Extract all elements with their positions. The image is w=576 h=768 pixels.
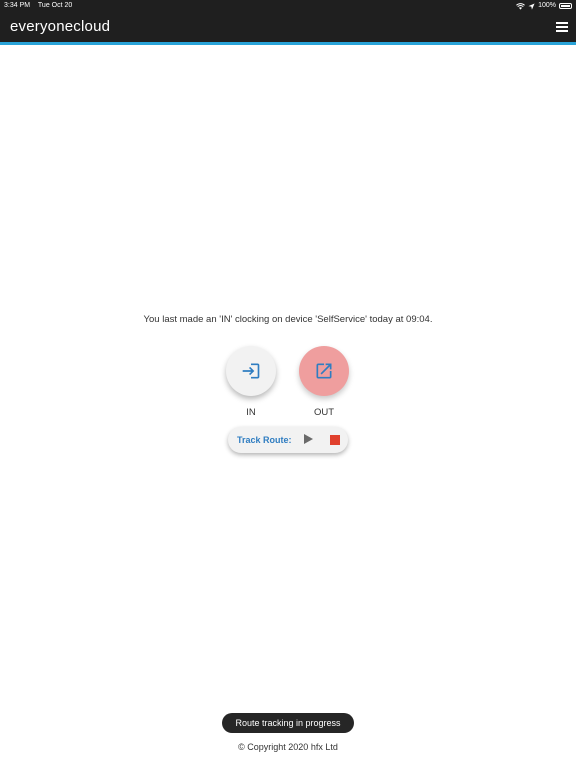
status-time: 3:34 PM	[4, 2, 31, 9]
external-link-icon	[316, 363, 332, 379]
play-icon[interactable]	[304, 434, 313, 444]
track-route-label: Track Route:	[237, 435, 292, 445]
status-left: 3:34 PM Tue Oct 20	[4, 0, 78, 12]
status-bar: 3:34 PM Tue Oct 20 100%	[0, 0, 576, 12]
clock-out-label: OUT	[313, 407, 335, 418]
clock-in-label: IN	[246, 407, 256, 418]
wifi-icon	[516, 2, 525, 10]
route-tracking-toast: Route tracking in progress	[222, 713, 354, 733]
app-bar: everyonecloud	[0, 12, 576, 42]
track-route-control: Track Route:	[228, 427, 348, 453]
status-right: 100%	[516, 0, 572, 12]
battery-percent: 100%	[538, 2, 556, 9]
app-bar-accent-line	[0, 42, 576, 45]
clock-in-button[interactable]	[226, 346, 276, 396]
clock-out-button[interactable]	[299, 346, 349, 396]
app-title: everyonecloud	[10, 18, 111, 35]
location-arrow-icon	[528, 2, 535, 10]
stop-icon[interactable]	[330, 435, 340, 445]
copyright-footer: © Copyright 2020 hfx Ltd	[238, 742, 338, 752]
sign-in-icon	[242, 363, 260, 379]
battery-icon	[559, 3, 572, 9]
hamburger-menu-icon[interactable]	[556, 22, 568, 32]
last-clocking-message: You last made an 'IN' clocking on device…	[143, 314, 433, 325]
status-date: Tue Oct 20	[37, 2, 73, 9]
